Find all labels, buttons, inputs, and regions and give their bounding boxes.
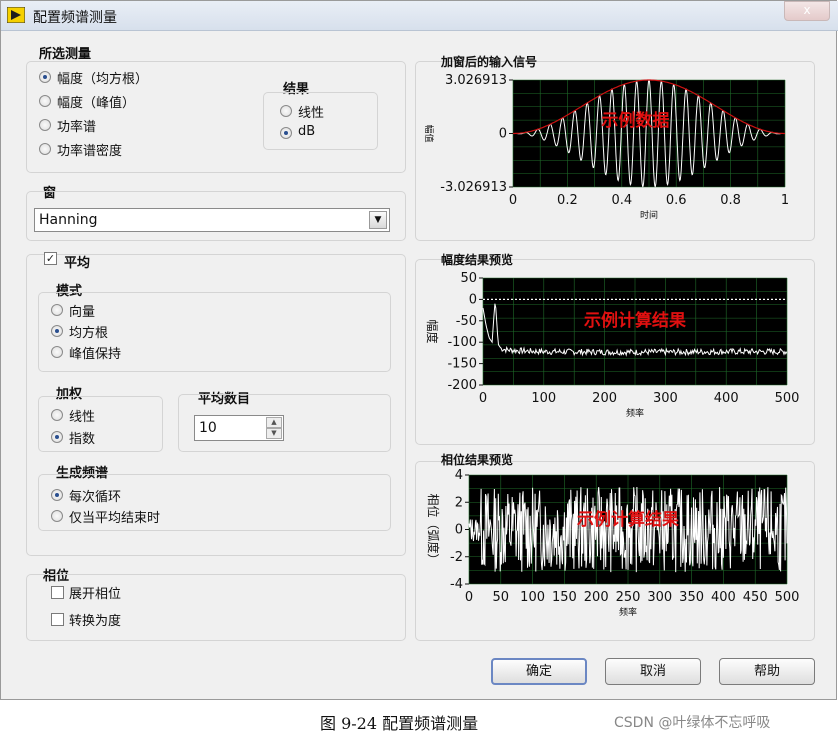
chart2-xtick: 50	[493, 590, 510, 605]
chart1-overlay-text: 示例计算结果	[584, 310, 686, 331]
chart0-xtick: 0.8	[720, 193, 741, 208]
help-button[interactable]: 帮助	[719, 658, 815, 685]
chart0-xtick: 1	[781, 193, 789, 208]
chart0-xtick: 0.4	[611, 193, 632, 208]
chart1-ytick: -200	[447, 378, 477, 393]
chart2-ytick: 0	[455, 523, 463, 538]
chart0-xtick: 0	[509, 193, 517, 208]
chart2-xtick: 350	[679, 590, 704, 605]
chart1-ylabel: 幅度	[425, 319, 440, 343]
chart0-xtick: 0.6	[666, 193, 687, 208]
chart1-ytick: -150	[447, 357, 477, 372]
chart2-ytick: 4	[455, 468, 463, 483]
chart2-ytick: 2	[455, 495, 463, 510]
charts-layer: 加窗后的输入信号0 0.2 0.4 0.6 0.8 1时间3.0269130-3.0269…	[423, 54, 800, 618]
watermark: CSDN @叶绿体不忘呼吸	[614, 715, 771, 731]
chart2-xtick: 300	[647, 590, 672, 605]
figure-caption: 图 9-24 配置频谱测量	[320, 714, 479, 733]
chart2-xtick: 150	[552, 590, 577, 605]
chart0-xlabel: 时间	[640, 209, 658, 221]
chart1-ytick: 0	[469, 292, 477, 307]
ok-button[interactable]: 确定	[491, 658, 587, 685]
chart2-xtick: 500	[775, 590, 800, 605]
chart0-ylabel: 幅值	[423, 124, 435, 142]
chart2-xtick: 400	[711, 590, 736, 605]
chart2-xlabel: 频率	[619, 606, 637, 618]
chart2-xtick: 0	[465, 590, 473, 605]
chart1-xtick: 0	[479, 391, 487, 406]
cancel-button[interactable]: 取消	[605, 658, 701, 685]
chart1-xtick: 500	[775, 391, 800, 406]
chart0-ytick: -3.026913	[440, 180, 507, 195]
chart2-xtick: 250	[616, 590, 641, 605]
spectrum-config-dialog: 配置频谱测量 x 所选测量 幅度（均方根） 幅度（峰值） 功率谱 功率谱密度 结果 线…	[0, 0, 838, 700]
chart2-xtick: 200	[584, 590, 609, 605]
chart1-xtick: 400	[714, 391, 739, 406]
chart1-title: 幅度结果预览	[441, 252, 513, 267]
chart1-ytick: 50	[460, 271, 477, 286]
chart1-xtick: 100	[531, 391, 556, 406]
chart1-xlabel: 频率	[626, 407, 644, 419]
chart1-xtick: 200	[592, 391, 617, 406]
chart0-title: 加窗后的输入信号	[440, 54, 537, 69]
chart0-ytick: 0	[499, 127, 507, 142]
chart2-overlay-text: 示例计算结果	[577, 509, 679, 530]
chart1-ytick: -50	[456, 314, 477, 329]
chart1-ytick: -100	[447, 335, 477, 350]
chart2-xtick: 450	[743, 590, 768, 605]
chart2-xtick: 100	[520, 590, 545, 605]
chart2-ytick: -2	[450, 550, 463, 565]
chart0-xtick: 0.2	[557, 193, 578, 208]
chart2-title: 相位结果预览	[441, 452, 513, 467]
chart2-ytick: -4	[450, 577, 463, 592]
chart1-xtick: 300	[653, 391, 678, 406]
chart0-ytick: 3.026913	[445, 73, 507, 88]
chart0-overlay-text: 示例数据	[601, 110, 669, 131]
chart2-ylabel: 相位（弧度）	[426, 493, 441, 565]
